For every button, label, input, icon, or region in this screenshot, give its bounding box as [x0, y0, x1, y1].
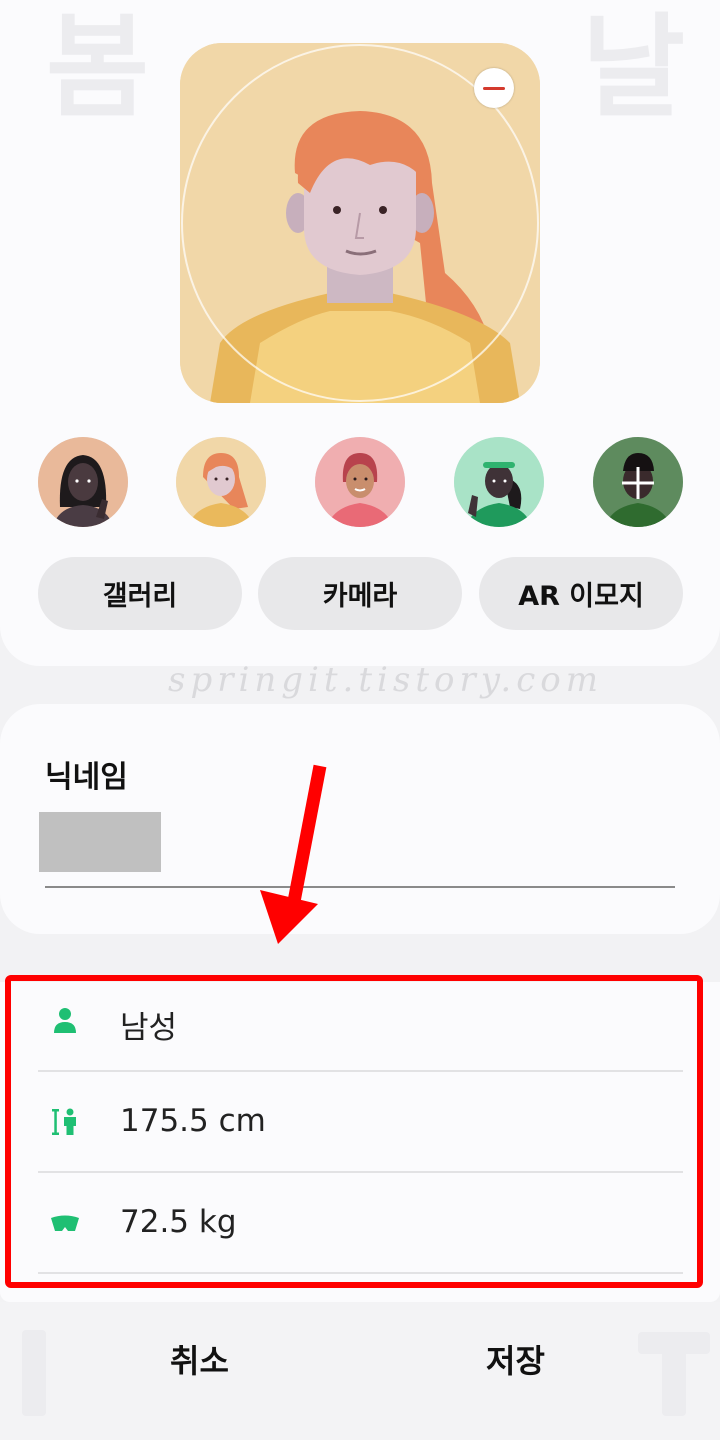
background-glyph: 봄	[46, 3, 150, 133]
avatar-option-5[interactable]	[593, 437, 683, 527]
cancel-button[interactable]: 취소	[170, 1336, 229, 1382]
background-glyph: 날	[582, 3, 686, 133]
background-glyph-fragment	[22, 1330, 46, 1416]
remove-avatar-button[interactable]	[474, 68, 514, 108]
avatar-thumbnail-icon	[38, 437, 128, 527]
save-button[interactable]: 저장	[486, 1336, 545, 1382]
highlight-box	[5, 975, 703, 1288]
avatar-option-1[interactable]	[38, 437, 128, 527]
avatar-thumbnail-icon	[315, 437, 405, 527]
bottom-action-bar	[0, 1302, 720, 1440]
avatar-option-3[interactable]	[315, 437, 405, 527]
watermark-text: springit.tistory.com	[168, 660, 603, 700]
nickname-label: 닉네임	[45, 760, 128, 795]
nickname-field-redacted[interactable]	[39, 812, 161, 872]
avatar-thumbnail-icon	[454, 437, 544, 527]
avatar-thumbnail-icon	[176, 437, 266, 527]
nickname-underline	[45, 886, 675, 888]
camera-button[interactable]: 카메라	[258, 557, 462, 630]
minus-icon	[483, 86, 505, 90]
avatar-option-2[interactable]	[176, 437, 266, 527]
gallery-button[interactable]: 갤러리	[38, 557, 242, 630]
avatar-option-4[interactable]	[454, 437, 544, 527]
avatar-thumbnail-icon	[593, 437, 683, 527]
ar-emoji-button[interactable]: AR 이모지	[479, 557, 683, 630]
background-glyph-fragment	[638, 1332, 710, 1416]
